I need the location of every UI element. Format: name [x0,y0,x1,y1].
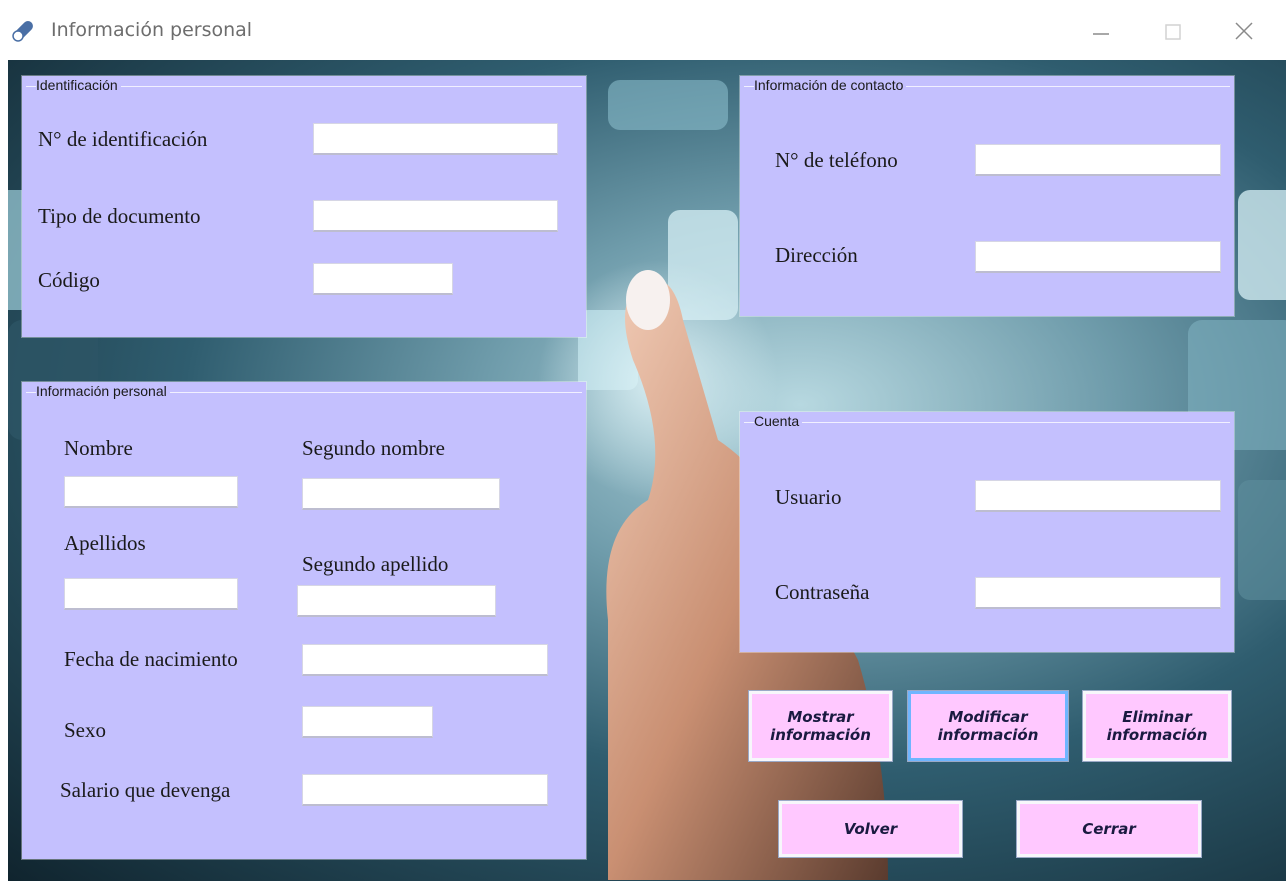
phone-label: N° de teléfono [775,148,898,172]
middle-name-label: Segundo nombre [302,436,445,460]
last-name-field[interactable] [64,578,238,610]
code-label: Código [38,268,100,292]
close-window-button[interactable] [1222,12,1268,48]
user-label: Usuario [775,485,842,509]
second-last-name-field[interactable] [297,585,496,617]
show-info-button[interactable]: Mostrar información [749,691,892,761]
sex-field[interactable] [302,706,433,738]
contact-group: Información de contacto N° de teléfono D… [740,76,1234,316]
title-bar: Información personal [0,0,1286,60]
code-field[interactable] [313,263,453,295]
identification-legend: Identificación [36,77,121,93]
password-label: Contraseña [775,580,870,604]
salary-field[interactable] [302,774,548,806]
address-field[interactable] [975,241,1221,273]
delete-info-button[interactable]: Eliminar información [1083,691,1231,761]
id-number-field[interactable] [313,123,558,155]
personal-info-legend: Información personal [36,383,170,399]
minimize-icon [1093,33,1109,35]
id-number-label: N° de identificación [38,127,208,151]
birth-date-label: Fecha de nacimiento [64,647,238,671]
account-legend: Cuenta [754,413,803,429]
maximize-button[interactable] [1150,12,1196,48]
address-label: Dirección [775,243,858,267]
contact-legend: Información de contacto [754,77,907,93]
first-name-label: Nombre [64,436,133,460]
sex-label: Sexo [64,718,106,742]
close-icon [1235,22,1253,40]
modify-info-button[interactable]: Modificar información [908,691,1068,761]
window: Información personal Identificación N° d… [0,0,1286,881]
password-field[interactable] [975,577,1221,609]
last-name-label: Apellidos [64,531,146,555]
identification-group: Identificación N° de identificación Tipo… [22,76,586,337]
phone-field[interactable] [975,144,1221,176]
birth-date-field[interactable] [302,644,548,676]
close-button[interactable]: Cerrar [1017,801,1201,857]
account-group: Cuenta Usuario Contraseña [740,412,1234,652]
minimize-button[interactable] [1078,12,1124,48]
middle-name-field[interactable] [302,478,500,510]
pencil-icon [8,16,38,46]
user-field[interactable] [975,480,1221,512]
personal-info-group: Información personal Nombre Segundo nomb… [22,382,586,859]
window-title: Información personal [51,19,253,41]
back-button[interactable]: Volver [779,801,962,857]
second-last-name-label: Segundo apellido [302,552,449,576]
maximize-icon [1165,24,1181,40]
first-name-field[interactable] [64,476,238,508]
doc-type-label: Tipo de documento [38,204,201,228]
doc-type-field[interactable] [313,200,558,232]
salary-label: Salario que devenga [60,778,231,802]
